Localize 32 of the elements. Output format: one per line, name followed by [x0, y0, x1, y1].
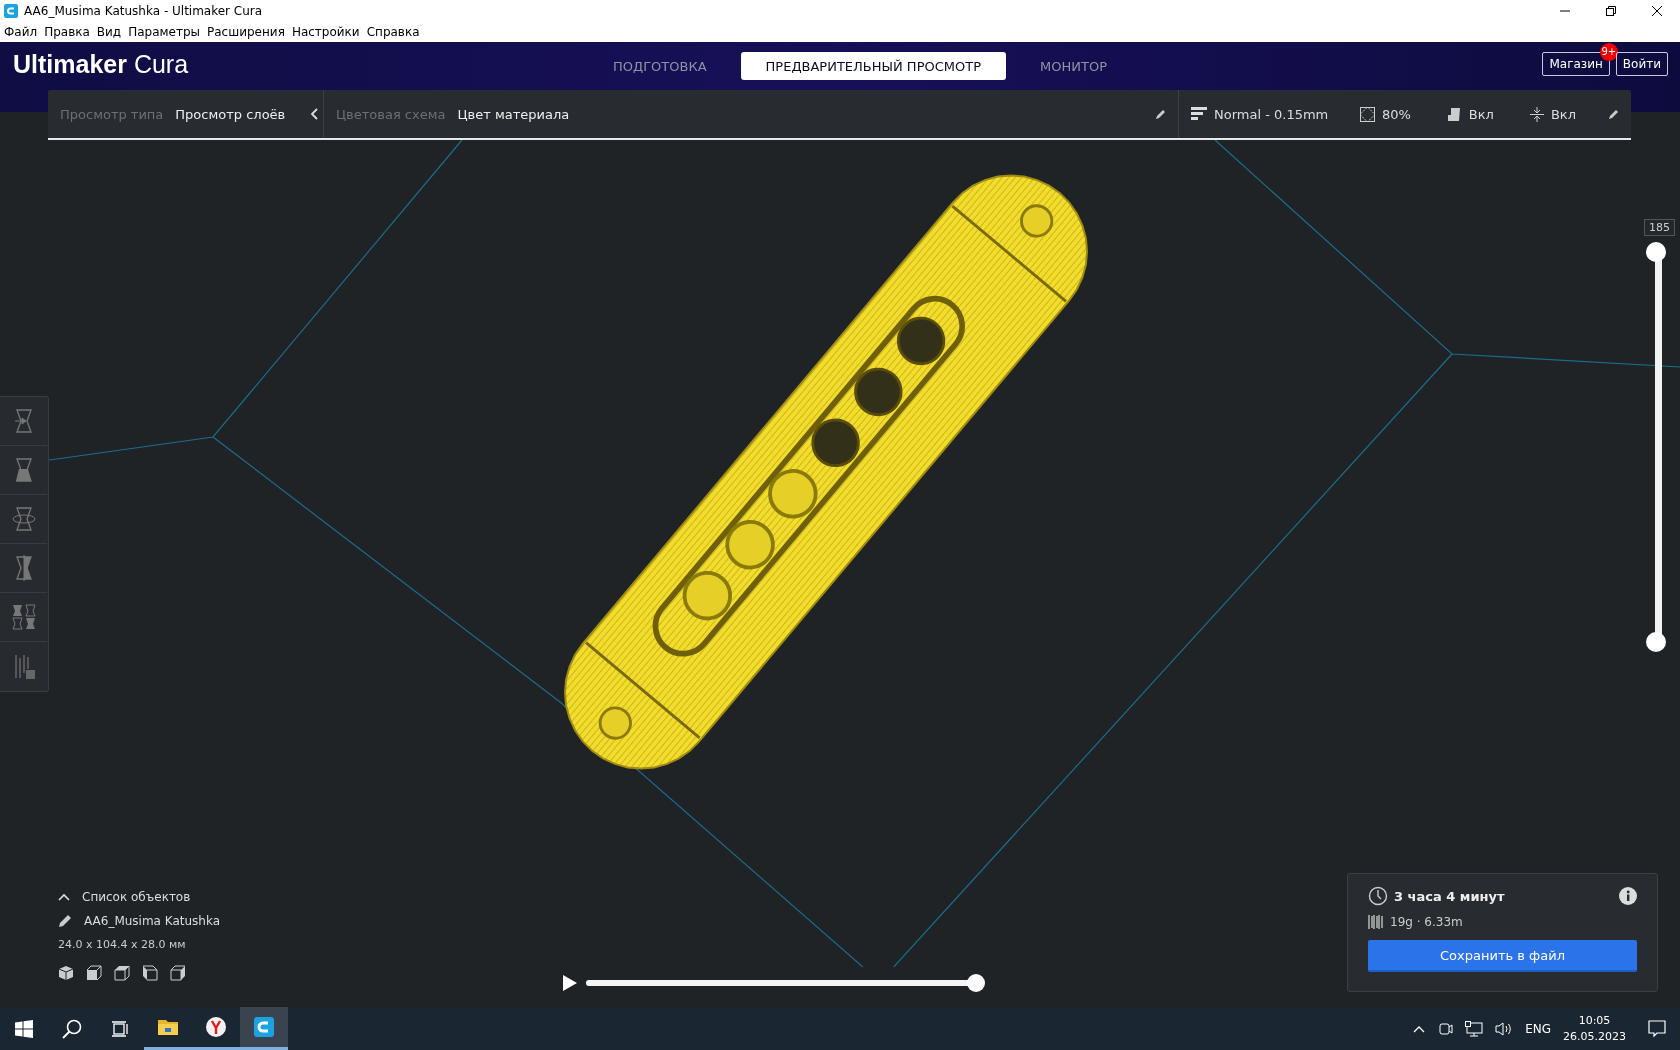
menu-item[interactable]: Параметры — [128, 25, 201, 39]
material-usage: 19g · 6.33m — [1390, 915, 1463, 929]
clock-time[interactable]: 10:05 — [1578, 1012, 1611, 1029]
color-scheme-value[interactable]: Цвет материала — [457, 106, 570, 122]
support-value: Вкл — [1468, 106, 1494, 122]
adhesion-value: Вкл — [1550, 106, 1576, 122]
object-dimensions: 24.0 x 104.4 x 28.0 мм — [58, 938, 187, 951]
object-name[interactable]: AA6_Musima Katushka — [84, 914, 221, 928]
menu-item[interactable]: Вид — [96, 25, 122, 39]
menu-item[interactable]: Настройки — [291, 25, 360, 39]
view-type-value[interactable]: Просмотр слоёв — [175, 106, 286, 122]
stage-tab[interactable]: ПОДГОТОВКА — [583, 52, 737, 80]
menu-item[interactable]: Правка — [44, 25, 90, 39]
stage-tab[interactable]: МОНИТОР — [1010, 52, 1137, 80]
window-title: AA6_Musima Katushka - Ultimaker Cura — [24, 4, 264, 18]
profile-name[interactable]: Normal - 0.15mm — [1214, 106, 1329, 122]
input-language[interactable]: ENG — [1525, 1021, 1551, 1036]
clock-date[interactable]: 26.05.2023 — [1563, 1028, 1626, 1045]
view-type-label: Просмотр типа — [60, 106, 164, 122]
stage-tab[interactable]: ПРЕДВАРИТЕЛЬНЫЙ ПРОСМОТР — [740, 52, 1006, 80]
app-logo: Ultimaker Cura — [13, 50, 190, 79]
print-time: 3 часа 4 минут — [1394, 888, 1506, 904]
infill-value: 80% — [1381, 106, 1411, 122]
color-scheme-label: Цветовая схема — [336, 106, 446, 122]
save-to-file-button[interactable]: Сохранить в файл — [1368, 940, 1637, 972]
layer-number: 185 — [1644, 219, 1675, 236]
sign-in-button[interactable]: Войти — [1615, 52, 1668, 76]
object-list-title[interactable]: Список объектов — [82, 890, 191, 904]
menu-item[interactable]: Файл — [4, 25, 38, 39]
notification-badge: 9+ — [1599, 43, 1618, 61]
menu-item[interactable]: Расширения — [207, 25, 285, 39]
menu-item[interactable]: Справка — [366, 25, 420, 39]
